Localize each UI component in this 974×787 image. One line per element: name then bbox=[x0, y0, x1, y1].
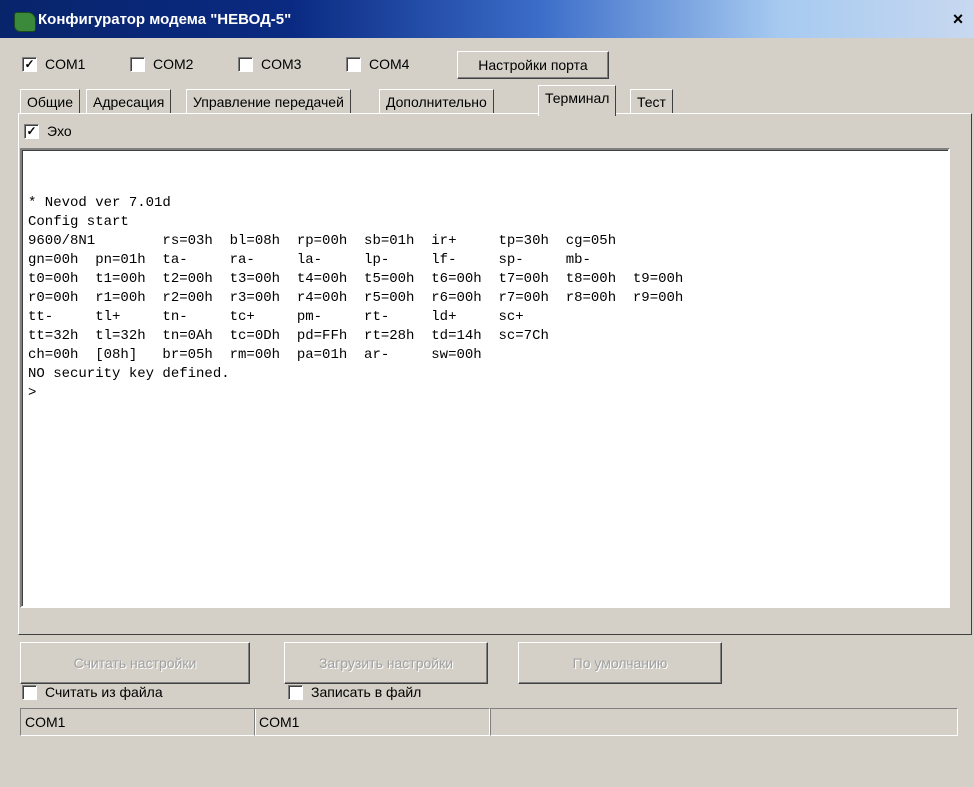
read-from-file-checkbox[interactable]: Считать из файла bbox=[22, 684, 163, 700]
write-to-file-checkbox[interactable]: Записать в файл bbox=[288, 684, 421, 700]
close-icon[interactable]: × bbox=[948, 10, 968, 30]
terminal-line: 9600/8N1 rs=03h bl=08h rp=00h sb=01h ir+… bbox=[28, 233, 617, 249]
com4-checkbox[interactable]: COM4 bbox=[346, 56, 409, 72]
com1-checkbox[interactable]: ✓ COM1 bbox=[22, 56, 85, 72]
terminal-line: * Nevod ver 7.01d bbox=[28, 195, 171, 211]
status-cell-1: COM1 bbox=[20, 708, 256, 736]
echo-label: Эхо bbox=[47, 123, 72, 139]
read-from-file-label: Считать из файла bbox=[45, 684, 163, 700]
checkbox-empty-icon bbox=[346, 56, 361, 72]
terminal-line: Config start bbox=[28, 214, 129, 230]
com3-checkbox[interactable]: COM3 bbox=[238, 56, 301, 72]
checkbox-empty-icon bbox=[288, 684, 303, 700]
com3-label: COM3 bbox=[261, 56, 302, 72]
terminal-line: gn=00h pn=01h ta- ra- la- lp- lf- sp- mb… bbox=[28, 252, 591, 268]
load-settings-button[interactable]: Загрузить настройки bbox=[284, 642, 488, 684]
status-cell-2: COM1 bbox=[254, 708, 490, 736]
terminal-line: r0=00h r1=00h r2=00h r3=00h r4=00h r5=00… bbox=[28, 290, 684, 306]
tab-general[interactable]: Общие bbox=[20, 89, 81, 114]
terminal-line: NO security key defined. bbox=[28, 366, 230, 382]
com2-checkbox[interactable]: COM2 bbox=[130, 56, 193, 72]
tab-addressing[interactable]: Адресация bbox=[86, 89, 172, 114]
defaults-button[interactable]: По умолчанию bbox=[518, 642, 722, 684]
terminal-line: tt=32h tl=32h tn=0Ah tc=0Dh pd=FFh rt=28… bbox=[28, 328, 549, 344]
terminal-line: tt- tl+ tn- tc+ pm- rt- ld+ sc+ bbox=[28, 309, 524, 325]
modem-app-icon bbox=[14, 12, 36, 32]
echo-checkbox[interactable]: ✓ Эхо bbox=[24, 123, 72, 139]
checkmark-icon: ✓ bbox=[22, 56, 37, 72]
terminal-line: t0=00h t1=00h t2=00h t3=00h t4=00h t5=00… bbox=[28, 271, 684, 287]
checkmark-icon: ✓ bbox=[24, 123, 39, 139]
com4-label: COM4 bbox=[369, 56, 410, 72]
tab-terminal[interactable]: Терминал bbox=[538, 85, 617, 116]
checkbox-empty-icon bbox=[130, 56, 145, 72]
com2-label: COM2 bbox=[153, 56, 194, 72]
title-bar[interactable]: Конфигуратор модема "НЕВОД-5" × bbox=[0, 0, 974, 38]
read-settings-button[interactable]: Считать настройки bbox=[20, 642, 250, 684]
write-to-file-label: Записать в файл bbox=[311, 684, 422, 700]
status-cell-3 bbox=[490, 708, 958, 736]
window-title: Конфигуратор модема "НЕВОД-5" bbox=[38, 11, 292, 28]
terminal-line: > bbox=[28, 385, 37, 401]
terminal-lines: * Nevod ver 7.01d Config start 9600/8N1 rs… bbox=[28, 194, 683, 403]
port-settings-button[interactable]: Настройки порта bbox=[457, 51, 609, 79]
terminal-output[interactable]: * Nevod ver 7.01d Config start 9600/8N1 rs… bbox=[20, 148, 950, 608]
terminal-line: ch=00h [08h] br=05h rm=00h pa=01h ar- sw… bbox=[28, 347, 482, 363]
com1-label: COM1 bbox=[45, 56, 86, 72]
tab-transmission-control[interactable]: Управление передачей bbox=[186, 89, 351, 114]
checkbox-empty-icon bbox=[22, 684, 37, 700]
tab-test[interactable]: Тест bbox=[630, 89, 673, 114]
checkbox-empty-icon bbox=[238, 56, 253, 72]
tab-additional[interactable]: Дополнительно bbox=[379, 89, 494, 114]
